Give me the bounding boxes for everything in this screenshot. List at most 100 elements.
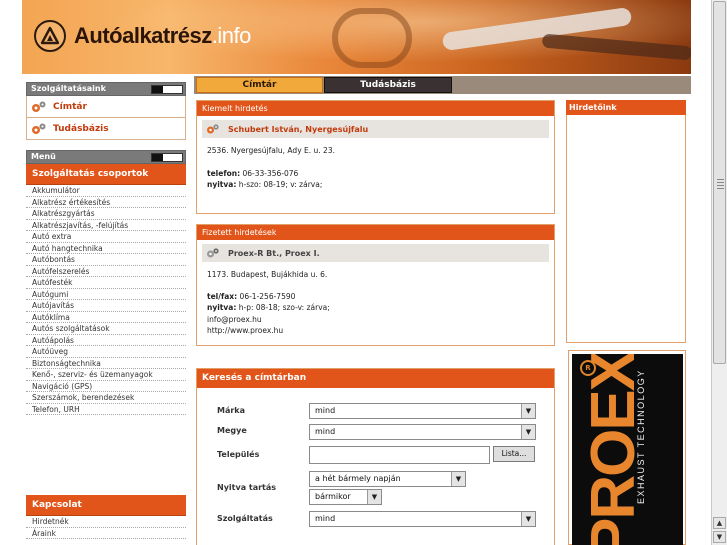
- open-day-value: a hét bármely napján: [315, 474, 401, 483]
- menu-item[interactable]: Autóklíma: [26, 312, 186, 323]
- menu-item[interactable]: Autós szolgáltatások: [26, 323, 186, 335]
- menu-item[interactable]: Szerszámok, berendezések: [26, 392, 186, 404]
- collapse-toggle[interactable]: [151, 153, 183, 162]
- menu-item[interactable]: Akkumulátor: [26, 185, 186, 197]
- group-list: Akkumulátor Alkatrész értékesítés Alkatr…: [26, 185, 186, 415]
- featured-ad-heading: Kiemelt hirdetés: [197, 101, 554, 116]
- list-button[interactable]: Lista...: [493, 446, 535, 462]
- menu-item[interactable]: Alkatrészjavítás, -felújítás: [26, 220, 186, 231]
- county-select-value: mind: [315, 427, 336, 436]
- county-select[interactable]: mind ▼: [309, 424, 536, 440]
- gears-icon: [206, 123, 220, 135]
- menu-item[interactable]: Alkatrészgyártás: [26, 208, 186, 220]
- vertical-scrollbar[interactable]: ▲ ▼: [711, 0, 727, 545]
- gears-icon: [31, 122, 47, 136]
- contact-box: Kapcsolat Hirdetnék Áraink: [26, 495, 186, 539]
- phone-value: 06-33-356-076: [242, 168, 299, 178]
- company-name: Proex-R Bt., Proex I.: [228, 248, 320, 258]
- contact-list: Hirdetnék Áraink: [26, 516, 186, 539]
- chevron-down-icon: ▼: [521, 404, 535, 418]
- groups-heading: Szolgáltatás csoportok: [26, 164, 186, 185]
- menu-item[interactable]: Autófesték: [26, 277, 186, 289]
- featured-ad-panel: Kiemelt hirdetés Schubert István, Nyerge…: [196, 100, 555, 214]
- hours-line: nyitva: h-szo: 08-19; v: zárva;: [197, 179, 554, 191]
- header-decor: [332, 8, 412, 68]
- phone-label: telefon:: [207, 168, 241, 178]
- paid-ad-title[interactable]: Proex-R Bt., Proex I.: [202, 244, 549, 262]
- scroll-down-button[interactable]: ▼: [713, 531, 726, 543]
- address-text: 2536. Nyergesújfalu, Ady E. u. 23.: [207, 146, 335, 155]
- page-right-margin: [691, 0, 711, 545]
- advertisers-box: [566, 115, 686, 343]
- company-name: Schubert István, Nyergesújfalu: [228, 124, 369, 134]
- chevron-down-icon: ▼: [521, 425, 535, 439]
- menu-item[interactable]: Navigáció (GPS): [26, 381, 186, 392]
- paid-ads-heading: Fizetett hirdetések: [197, 225, 554, 240]
- logo-tld: .info: [211, 23, 252, 48]
- menu-item[interactable]: Autógumi: [26, 289, 186, 300]
- service-label: Tudásbázis: [53, 123, 109, 134]
- banner-brand: PROEX: [579, 354, 648, 545]
- directory-search-panel: Keresés a címtárban Márka mind ▼ Megye m…: [196, 368, 555, 545]
- contact-item[interactable]: Áraink: [26, 528, 186, 539]
- search-heading: Keresés a címtárban: [197, 369, 554, 388]
- brand-select-value: mind: [315, 406, 336, 415]
- chevron-down-icon: ▼: [367, 490, 381, 504]
- menu-header: Menü: [26, 150, 186, 164]
- menu-item[interactable]: Autóüveg: [26, 346, 186, 358]
- contact-item[interactable]: Hirdetnék: [26, 516, 186, 528]
- menu-item[interactable]: Autó extra: [26, 231, 186, 243]
- menu-title: Menü: [31, 152, 56, 161]
- logo-triangle-icon: [34, 20, 66, 52]
- hours-line: nyitva: h-p: 08-18; szo-v: zárva;: [197, 302, 554, 314]
- logo-text: Autóalkatrész.info: [74, 23, 251, 49]
- tab-cimtar[interactable]: Címtár: [196, 77, 323, 93]
- service-select-value: mind: [315, 514, 336, 523]
- services-title: Szolgáltatásaink: [31, 84, 106, 93]
- service-link-tudasbazis[interactable]: Tudásbázis: [26, 118, 186, 140]
- scrollbar-grip-icon: [717, 177, 724, 189]
- website-link[interactable]: http://www.proex.hu: [197, 325, 554, 337]
- email-link[interactable]: info@proex.hu: [197, 314, 554, 326]
- page-left-margin: [0, 0, 22, 545]
- hours-value: h-p: 08-18; szo-v: zárva;: [238, 303, 330, 312]
- menu-item[interactable]: Autójavítás: [26, 300, 186, 312]
- open-time-select[interactable]: bármikor ▼: [309, 489, 382, 505]
- gears-icon: [31, 100, 47, 114]
- menu-item[interactable]: Autó hangtechnika: [26, 243, 186, 254]
- scrollbar-thumb[interactable]: [713, 1, 726, 364]
- site-logo[interactable]: Autóalkatrész.info: [34, 20, 251, 52]
- menu-item[interactable]: Telefon, URH: [26, 404, 186, 415]
- phone-line: tel/fax: 06-1-256-7590: [197, 291, 554, 303]
- tab-tudasbazis[interactable]: Tudásbázis: [324, 77, 452, 93]
- menu-item[interactable]: Biztonságtechnika: [26, 358, 186, 369]
- featured-ad-title[interactable]: Schubert István, Nyergesújfalu: [202, 120, 549, 138]
- menu-item[interactable]: Alkatrész értékesítés: [26, 197, 186, 208]
- brand-select[interactable]: mind ▼: [309, 403, 536, 419]
- city-label: Település: [217, 450, 260, 459]
- city-input[interactable]: [309, 446, 490, 464]
- chevron-down-icon: ▼: [521, 512, 535, 526]
- opening-hours-label: Nyitva tartás: [217, 483, 277, 492]
- menu-item[interactable]: Kenő-, szerviz- és üzemanyagok: [26, 369, 186, 381]
- collapse-toggle[interactable]: [151, 85, 183, 94]
- site-header: Autóalkatrész.info: [22, 0, 691, 74]
- service-link-cimtar[interactable]: Címtár: [26, 96, 186, 118]
- county-label: Megye: [217, 426, 247, 435]
- brand-label: Márka: [217, 406, 246, 415]
- phone-value: 06-1-256-7590: [239, 291, 296, 301]
- scroll-up-button[interactable]: ▲: [713, 517, 726, 529]
- phone-label: tel/fax:: [207, 291, 238, 301]
- menu-item[interactable]: Autófelszerelés: [26, 266, 186, 277]
- proex-banner[interactable]: R EXHAUST TECHNOLOGY PROEX: [568, 350, 686, 545]
- contact-heading: Kapcsolat: [26, 495, 186, 516]
- open-day-select[interactable]: a hét bármely napján ▼: [309, 471, 466, 487]
- gears-icon: [206, 247, 220, 259]
- paid-ads-panel: Fizetett hirdetések Proex-R Bt., Proex I…: [196, 224, 555, 346]
- service-select[interactable]: mind ▼: [309, 511, 536, 527]
- menu-item[interactable]: Autóápolás: [26, 335, 186, 346]
- service-label: Szolgáltatás: [217, 514, 273, 523]
- left-sidebar: Szolgáltatásaink Címtár Tudásbázis Menü …: [22, 76, 190, 545]
- menu-item[interactable]: Autóbontás: [26, 254, 186, 266]
- service-label: Címtár: [53, 101, 87, 112]
